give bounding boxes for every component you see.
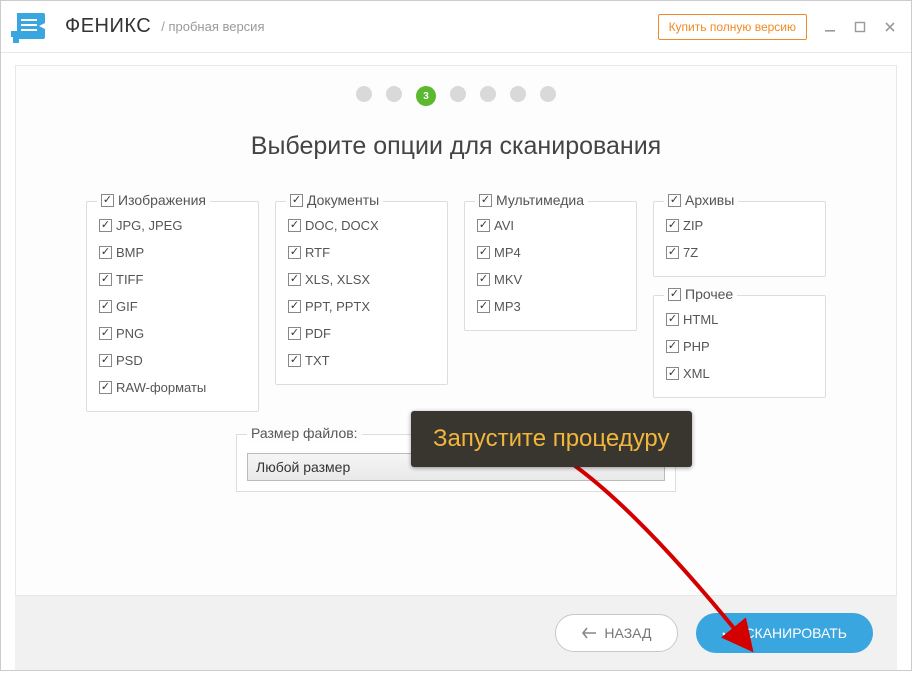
checkbox-xls[interactable]	[288, 273, 301, 286]
step-4	[450, 86, 466, 102]
page-title: Выберите опции для сканирования	[16, 132, 896, 161]
label-html: HTML	[683, 312, 718, 327]
label-xls: XLS, XLSX	[305, 272, 370, 287]
checkbox-php[interactable]	[666, 340, 679, 353]
group-file-size: Размер файлов: Любой размер	[236, 434, 676, 492]
file-type-groups: Изображения JPG, JPEG BMP TIFF GIF PNG P…	[16, 201, 896, 412]
checkbox-xml[interactable]	[666, 367, 679, 380]
scan-button[interactable]: СКАНИРОВАТЬ	[696, 613, 873, 653]
checkbox-7z[interactable]	[666, 246, 679, 259]
minimize-button[interactable]	[815, 12, 845, 42]
file-size-select[interactable]: Любой размер	[247, 453, 665, 481]
group-multimedia: Мультимедиа AVI MP4 MKV MP3	[464, 201, 637, 331]
checkbox-mkv[interactable]	[477, 273, 490, 286]
checkbox-tiff[interactable]	[99, 273, 112, 286]
check-icon	[722, 627, 736, 639]
scan-button-label: СКАНИРОВАТЬ	[744, 625, 847, 641]
group-documents-title: Документы	[307, 192, 379, 208]
close-button[interactable]	[875, 12, 905, 42]
close-icon	[884, 21, 896, 33]
label-tiff: TIFF	[116, 272, 143, 287]
checkbox-mp4[interactable]	[477, 246, 490, 259]
step-7	[540, 86, 556, 102]
label-raw: RAW-форматы	[116, 380, 206, 395]
label-ppt: PPT, PPTX	[305, 299, 370, 314]
checkbox-gif[interactable]	[99, 300, 112, 313]
wizard-footer: НАЗАД СКАНИРОВАТЬ	[15, 596, 897, 670]
label-xml: XML	[683, 366, 710, 381]
checkbox-bmp[interactable]	[99, 246, 112, 259]
minimize-icon	[824, 21, 836, 33]
checkbox-txt[interactable]	[288, 354, 301, 367]
checkbox-documents-all[interactable]	[290, 194, 303, 207]
checkbox-avi[interactable]	[477, 219, 490, 232]
arrow-left-icon	[582, 627, 596, 639]
checkbox-ppt[interactable]	[288, 300, 301, 313]
checkbox-jpg[interactable]	[99, 219, 112, 232]
checkbox-doc[interactable]	[288, 219, 301, 232]
label-mp4: MP4	[494, 245, 521, 260]
maximize-icon	[854, 21, 866, 33]
label-avi: AVI	[494, 218, 514, 233]
titlebar: ФЕНИКС / пробная версия Купить полную ве…	[1, 1, 911, 53]
label-7z: 7Z	[683, 245, 698, 260]
label-txt: TXT	[305, 353, 330, 368]
label-bmp: BMP	[116, 245, 144, 260]
group-other: Прочее HTML PHP XML	[653, 295, 826, 398]
checkbox-zip[interactable]	[666, 219, 679, 232]
checkbox-archives-all[interactable]	[668, 194, 681, 207]
label-psd: PSD	[116, 353, 143, 368]
checkbox-pdf[interactable]	[288, 327, 301, 340]
label-rtf: RTF	[305, 245, 330, 260]
group-archives-title: Архивы	[685, 192, 734, 208]
step-3: 3	[416, 86, 436, 106]
group-images: Изображения JPG, JPEG BMP TIFF GIF PNG P…	[86, 201, 259, 412]
step-1	[356, 86, 372, 102]
group-multimedia-title: Мультимедиа	[496, 192, 584, 208]
label-jpg: JPG, JPEG	[116, 218, 182, 233]
label-mkv: MKV	[494, 272, 522, 287]
stepper: 3	[16, 66, 896, 124]
back-button[interactable]: НАЗАД	[555, 614, 678, 652]
trial-label: / пробная версия	[161, 19, 264, 34]
label-zip: ZIP	[683, 218, 703, 233]
step-2	[386, 86, 402, 102]
checkbox-other-all[interactable]	[668, 288, 681, 301]
checkbox-mp3[interactable]	[477, 300, 490, 313]
buy-full-version-button[interactable]: Купить полную версию	[658, 14, 807, 40]
checkbox-html[interactable]	[666, 313, 679, 326]
step-6	[510, 86, 526, 102]
checkbox-png[interactable]	[99, 327, 112, 340]
back-button-label: НАЗАД	[604, 625, 651, 641]
group-images-title: Изображения	[118, 192, 206, 208]
checkbox-psd[interactable]	[99, 354, 112, 367]
label-png: PNG	[116, 326, 144, 341]
content-area: 3 Выберите опции для сканирования Изобра…	[1, 53, 911, 670]
group-documents: Документы DOC, DOCX RTF XLS, XLSX PPT, P…	[275, 201, 448, 385]
maximize-button[interactable]	[845, 12, 875, 42]
group-archives: Архивы ZIP 7Z	[653, 201, 826, 277]
wizard-panel: 3 Выберите опции для сканирования Изобра…	[15, 65, 897, 596]
checkbox-raw[interactable]	[99, 381, 112, 394]
app-logo-icon	[11, 5, 55, 49]
label-gif: GIF	[116, 299, 138, 314]
checkbox-multimedia-all[interactable]	[479, 194, 492, 207]
label-mp3: MP3	[494, 299, 521, 314]
checkbox-rtf[interactable]	[288, 246, 301, 259]
label-doc: DOC, DOCX	[305, 218, 379, 233]
app-name: ФЕНИКС	[65, 15, 151, 38]
checkbox-images-all[interactable]	[101, 194, 114, 207]
group-other-title: Прочее	[685, 286, 733, 302]
file-size-legend: Размер файлов:	[247, 425, 362, 441]
label-php: PHP	[683, 339, 710, 354]
label-pdf: PDF	[305, 326, 331, 341]
step-5	[480, 86, 496, 102]
